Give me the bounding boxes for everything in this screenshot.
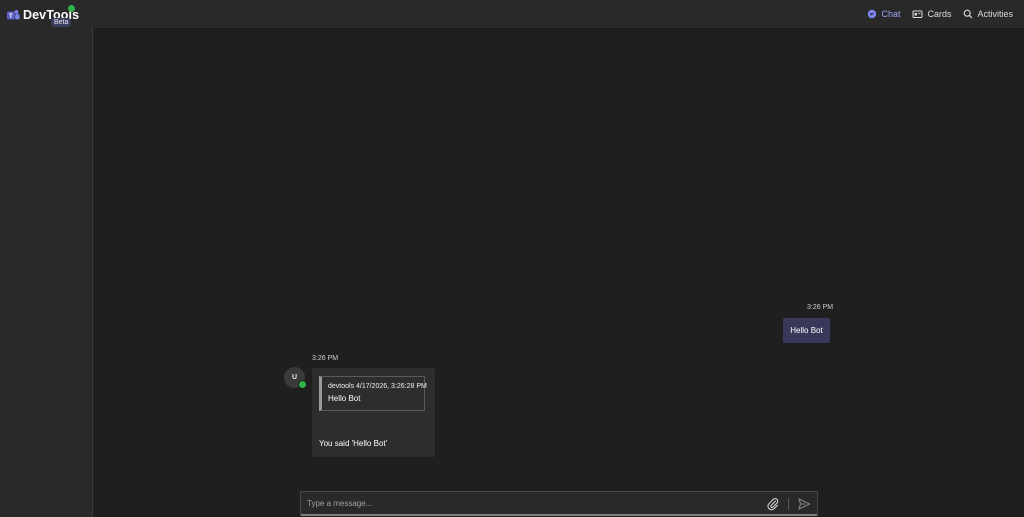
bot-reply-text: You said 'Hello Bot' — [319, 439, 388, 448]
quoted-message-meta: devtools 4/17/2026, 3:26:28 PM — [328, 383, 427, 390]
nav-chat[interactable]: Chat — [867, 9, 900, 19]
svg-text:T: T — [9, 13, 13, 20]
sidebar — [0, 28, 93, 517]
online-status-dot — [68, 5, 75, 12]
user-message-bubble: Hello Bot — [783, 318, 830, 343]
chat-icon — [868, 9, 877, 19]
bot-message-card: devtools 4/17/2026, 3:26:28 PM Hello Bot… — [312, 368, 435, 457]
paperclip-icon[interactable] — [766, 497, 780, 511]
search-icon — [964, 9, 973, 19]
quoted-message-text: Hello Bot — [328, 394, 361, 403]
top-nav: Chat Cards Activities — [867, 0, 1024, 28]
cards-icon — [912, 10, 923, 18]
message-composer — [300, 491, 818, 516]
message-input[interactable] — [305, 495, 749, 512]
user-message-time: 3:26 PM — [807, 304, 834, 311]
avatar-status-dot — [298, 380, 307, 389]
chat-area — [93, 28, 1024, 517]
nav-activities[interactable]: Activities — [963, 9, 1013, 19]
teams-logo-icon: T — [6, 10, 20, 20]
nav-activities-label: Activities — [977, 9, 1013, 19]
bot-message-time: 3:26 PM — [312, 355, 339, 362]
nav-cards[interactable]: Cards — [912, 9, 951, 19]
nav-cards-label: Cards — [927, 9, 952, 19]
composer-divider — [788, 498, 789, 510]
quoted-message[interactable]: devtools 4/17/2026, 3:26:28 PM Hello Bot — [319, 376, 427, 411]
top-bar: T DevTools Beta Chat Cards Activities — [0, 0, 1024, 29]
beta-badge: Beta — [51, 18, 72, 27]
send-icon[interactable] — [797, 497, 811, 511]
nav-chat-label: Chat — [881, 9, 901, 19]
